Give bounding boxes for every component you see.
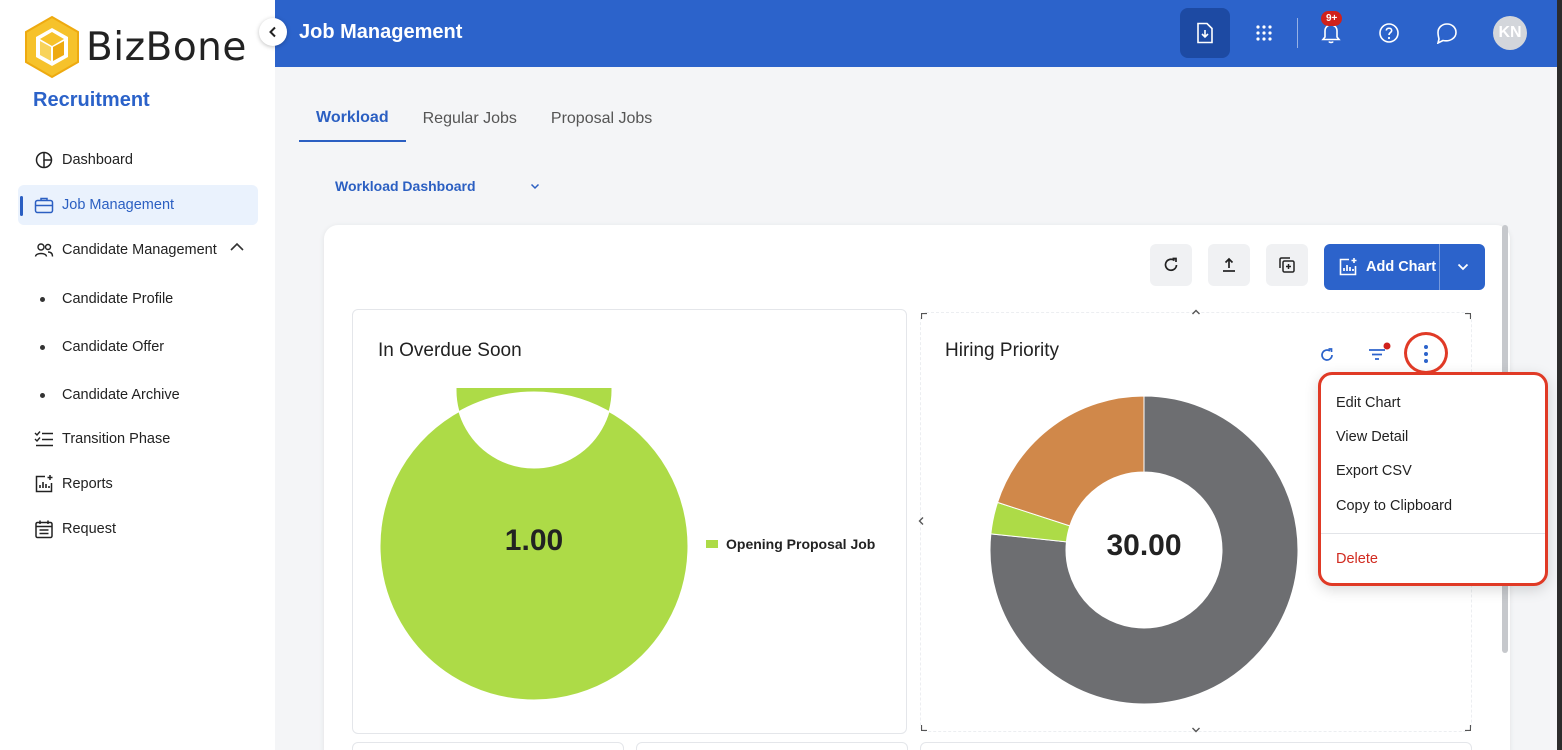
sidebar-subitem-candidate-archive[interactable]: Candidate Archive bbox=[18, 371, 258, 419]
sidebar-item-label: Transition Phase bbox=[62, 431, 171, 447]
sidebar-item-label: Candidate Management bbox=[62, 242, 217, 258]
chart-legend: Opening Proposal Job bbox=[706, 536, 875, 552]
legend-label: Opening Proposal Job bbox=[726, 536, 876, 552]
filter-icon[interactable] bbox=[1367, 342, 1393, 362]
chart-options-menu: Edit Chart View Detail Export CSV Copy t… bbox=[1318, 372, 1548, 586]
file-download-icon bbox=[1197, 22, 1213, 44]
menu-divider bbox=[1321, 533, 1545, 534]
notification-badge: 9+ bbox=[1321, 11, 1343, 26]
copy-add-icon bbox=[1279, 257, 1295, 273]
calendar-list-icon bbox=[34, 519, 54, 539]
add-chart-label: Add Chart bbox=[1366, 259, 1437, 275]
refresh-dashboard-button[interactable] bbox=[1150, 244, 1192, 286]
tab-proposal-jobs[interactable]: Proposal Jobs bbox=[534, 96, 669, 142]
upload-button[interactable] bbox=[1208, 244, 1250, 286]
sidebar-item-candidate-management[interactable]: Candidate Management bbox=[18, 230, 258, 270]
sidebar-item-label: Reports bbox=[62, 476, 113, 492]
job-tabs: Workload Regular Jobs Proposal Jobs bbox=[299, 96, 669, 142]
tab-workload[interactable]: Workload bbox=[299, 96, 406, 142]
module-title: Recruitment bbox=[33, 89, 150, 111]
refresh-icon bbox=[1164, 257, 1178, 272]
sidebar-subitem-candidate-profile[interactable]: Candidate Profile bbox=[18, 275, 258, 323]
chevron-up-icon[interactable] bbox=[230, 240, 244, 256]
resize-handle-bottom[interactable] bbox=[1191, 726, 1201, 734]
apps-grid-button[interactable] bbox=[1243, 12, 1285, 54]
add-chart-button[interactable]: Add Chart bbox=[1324, 244, 1485, 290]
help-button[interactable] bbox=[1368, 12, 1410, 54]
chart-card-partial bbox=[920, 742, 1472, 750]
chart-card-partial bbox=[636, 742, 908, 750]
menu-item-export-csv[interactable]: Export CSV bbox=[1336, 463, 1412, 479]
window-edge bbox=[1557, 0, 1562, 750]
help-circle-icon bbox=[1379, 23, 1399, 43]
sidebar-item-transition-phase[interactable]: Transition Phase bbox=[18, 419, 258, 459]
add-chart-icon bbox=[1339, 258, 1357, 276]
donut-slice[interactable] bbox=[996, 395, 1145, 527]
apps-grid-icon bbox=[1256, 25, 1272, 41]
collapse-sidebar-button[interactable] bbox=[259, 18, 287, 46]
sidebar: BizBone Recruitment Dashboard Job Manage… bbox=[0, 0, 275, 750]
sidebar-item-label: Request bbox=[62, 521, 117, 537]
chart-card-partial bbox=[352, 742, 624, 750]
briefcase-icon bbox=[34, 195, 54, 215]
top-header: Job Management 9+ KN bbox=[275, 0, 1562, 67]
duplicate-button[interactable] bbox=[1266, 244, 1308, 286]
resize-handle-top[interactable] bbox=[1191, 308, 1201, 316]
dashboard-select[interactable]: Workload Dashboard bbox=[335, 178, 540, 194]
sidebar-nav: Dashboard Job Management Candidate Manag… bbox=[18, 140, 258, 554]
menu-item-view-detail[interactable]: View Detail bbox=[1336, 429, 1408, 445]
chevron-left-icon bbox=[269, 26, 276, 38]
bizbone-cube-icon bbox=[25, 15, 79, 79]
sidebar-item-reports[interactable]: Reports bbox=[18, 464, 258, 504]
sidebar-subitem-candidate-offer[interactable]: Candidate Offer bbox=[18, 323, 258, 371]
sidebar-item-request[interactable]: Request bbox=[18, 509, 258, 549]
dashboard-select-value: Workload Dashboard bbox=[335, 178, 476, 194]
chart-options-button[interactable] bbox=[1404, 332, 1448, 374]
users-icon bbox=[34, 240, 54, 260]
chevron-down-icon bbox=[1457, 263, 1468, 271]
download-report-button[interactable] bbox=[1180, 8, 1230, 58]
page-title: Job Management bbox=[299, 21, 463, 43]
header-divider bbox=[1297, 18, 1298, 48]
upload-icon bbox=[1223, 257, 1235, 272]
chevron-down-icon bbox=[530, 183, 540, 189]
chart-title: In Overdue Soon bbox=[378, 340, 522, 361]
brand-name: BizBone bbox=[86, 24, 247, 70]
refresh-chart-icon[interactable] bbox=[1319, 347, 1335, 363]
resize-handle-bottom-right[interactable] bbox=[1465, 725, 1471, 731]
pie-chart-icon bbox=[34, 150, 54, 170]
menu-item-edit-chart[interactable]: Edit Chart bbox=[1336, 395, 1400, 411]
resize-handle-left[interactable] bbox=[917, 516, 925, 526]
add-chart-main[interactable]: Add Chart bbox=[1324, 244, 1440, 290]
user-avatar[interactable]: KN bbox=[1493, 16, 1527, 50]
sidebar-item-job-management[interactable]: Job Management bbox=[18, 185, 258, 225]
checklist-icon bbox=[34, 429, 54, 449]
resize-handle-bottom-left[interactable] bbox=[921, 725, 927, 731]
resize-handle-top-left[interactable] bbox=[921, 313, 927, 319]
sidebar-item-dashboard[interactable]: Dashboard bbox=[18, 140, 258, 180]
tab-regular-jobs[interactable]: Regular Jobs bbox=[406, 96, 534, 142]
chat-button[interactable] bbox=[1426, 12, 1468, 54]
resize-handle-top-right[interactable] bbox=[1465, 313, 1471, 319]
add-chart-dropdown-toggle[interactable] bbox=[1440, 263, 1485, 271]
menu-item-copy-to-clipboard[interactable]: Copy to Clipboard bbox=[1336, 498, 1452, 514]
legend-swatch bbox=[706, 540, 718, 548]
donut-center-value: 30.00 bbox=[1106, 529, 1182, 562]
sidebar-item-label: Dashboard bbox=[62, 152, 133, 168]
donut-center-value: 1.00 bbox=[504, 524, 564, 557]
chat-bubble-icon bbox=[1436, 23, 1457, 44]
sidebar-item-label: Job Management bbox=[62, 197, 175, 213]
menu-item-delete[interactable]: Delete bbox=[1336, 551, 1378, 567]
report-chart-icon bbox=[34, 474, 54, 494]
chart-title: Hiring Priority bbox=[945, 340, 1060, 361]
brand-logo[interactable]: BizBone bbox=[22, 14, 247, 80]
